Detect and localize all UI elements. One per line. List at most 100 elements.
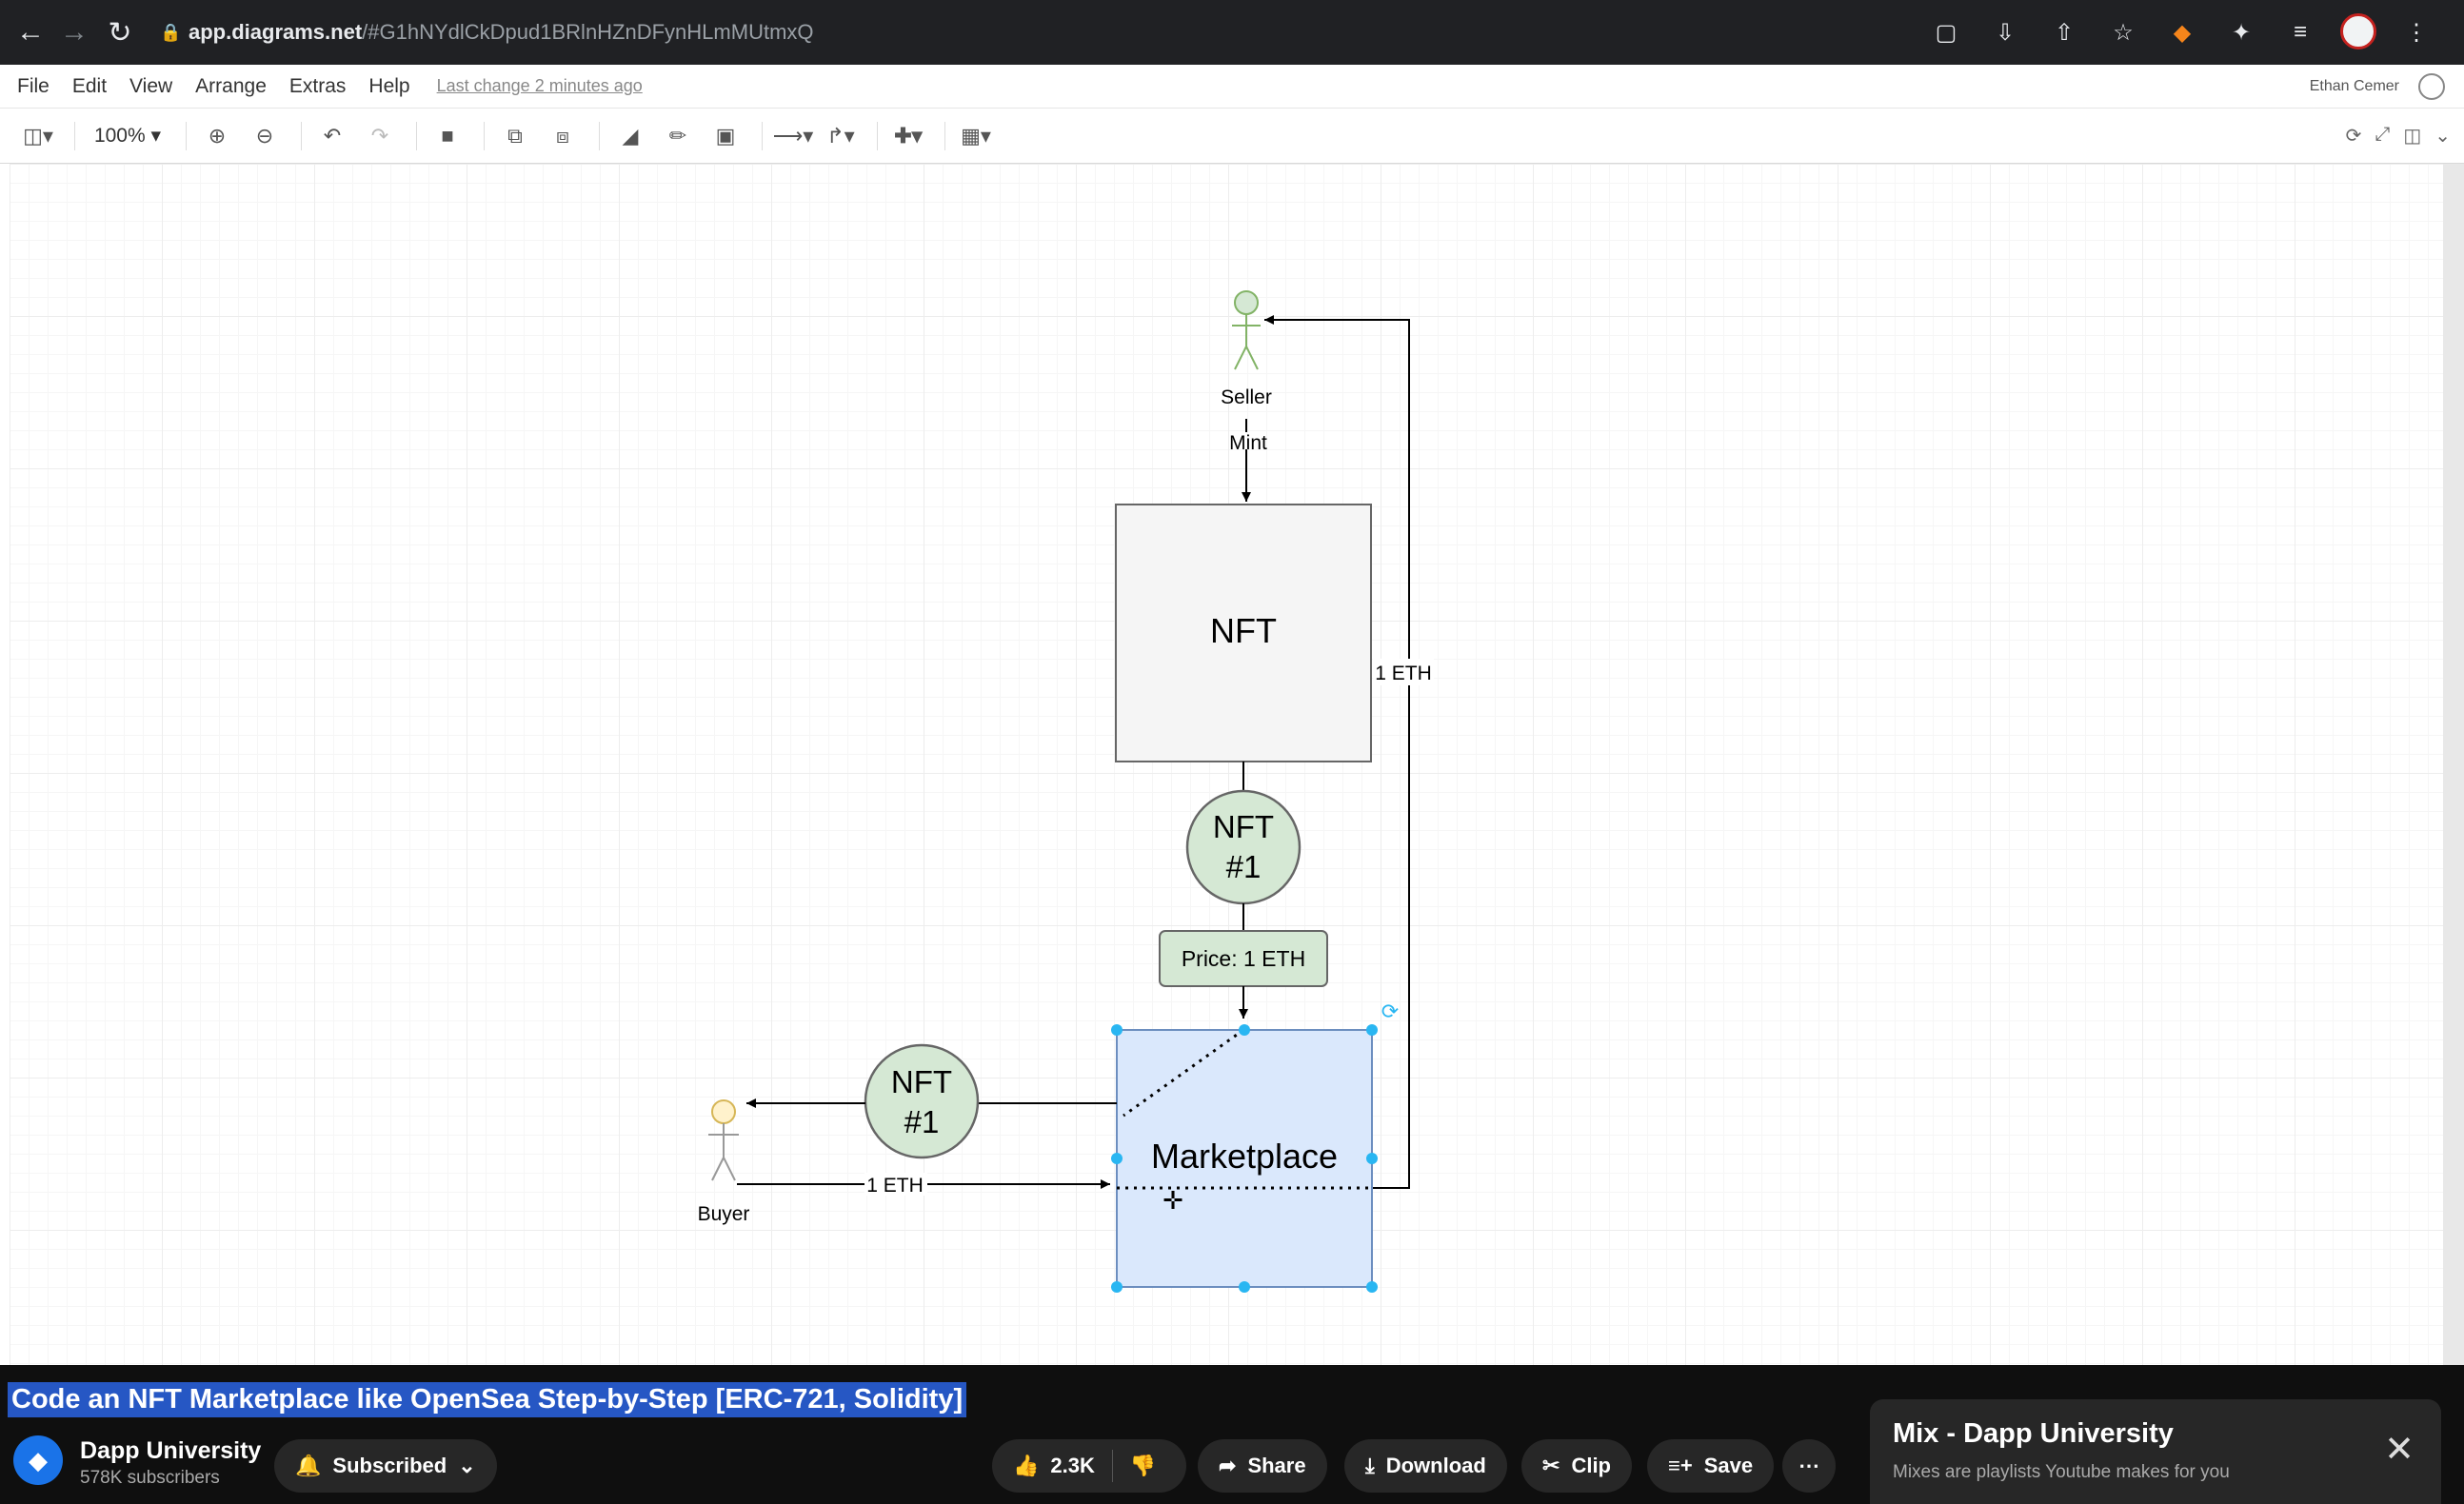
close-icon[interactable]: ✕ xyxy=(2384,1428,2414,1471)
sync-icon[interactable]: ⟳ xyxy=(2346,124,2362,148)
nft-box-label: NFT xyxy=(1210,611,1277,650)
menu-file[interactable]: File xyxy=(17,75,50,98)
buyer-token-line1: NFT xyxy=(891,1064,952,1099)
install-icon[interactable]: ⇩ xyxy=(1986,13,2024,51)
share-arrow-icon: ➦ xyxy=(1219,1454,1237,1477)
to-front-icon[interactable]: ⧉ xyxy=(494,117,536,155)
toolbar-divider xyxy=(74,121,75,150)
diagram-canvas[interactable]: Seller Mint NFT NFT #1 Price: 1 ETH 1 ET… xyxy=(10,164,2443,1365)
toolbar-divider xyxy=(599,121,600,150)
menu-view[interactable]: View xyxy=(129,75,172,98)
clip-button[interactable]: ✂ Clip xyxy=(1521,1439,1632,1493)
dislike-thumb-icon[interactable]: 👎 xyxy=(1130,1454,1156,1478)
line-color-icon[interactable]: ✏ xyxy=(657,117,699,155)
format-panel-toggle-icon[interactable]: ◫▾ xyxy=(17,117,59,155)
more-actions-button[interactable]: ⋯ xyxy=(1782,1439,1836,1493)
toolbar-divider xyxy=(944,121,945,150)
undo-icon[interactable]: ↶ xyxy=(311,117,353,155)
toolbar-divider xyxy=(484,121,485,150)
youtube-bar: Code an NFT Marketplace like OpenSea Ste… xyxy=(0,1365,2464,1504)
share-label: Share xyxy=(1247,1454,1306,1477)
chevron-down-icon: ⌄ xyxy=(458,1454,476,1477)
zoom-out-icon[interactable]: ⊖ xyxy=(244,117,286,155)
subscribed-button[interactable]: 🔔 Subscribed ⌄ xyxy=(274,1439,497,1493)
diagram-svg: Seller Mint NFT NFT #1 Price: 1 ETH 1 ET… xyxy=(698,290,1434,1293)
channel-avatar[interactable]: ◆ xyxy=(13,1435,63,1485)
more-horizontal-icon: ⋯ xyxy=(1798,1454,1819,1477)
nft-token-circle[interactable] xyxy=(1185,789,1302,905)
toolbar-divider xyxy=(877,121,878,150)
share-icon[interactable]: ⇧ xyxy=(2045,13,2083,51)
buyer-token-line2: #1 xyxy=(904,1104,940,1139)
menubar: File Edit View Arrange Extras Help Last … xyxy=(0,65,2464,109)
connection-style-icon[interactable]: ⟶▾ xyxy=(772,117,814,155)
last-change-link[interactable]: Last change 2 minutes ago xyxy=(437,76,643,96)
like-dislike-group: 👍 2.3K 👎 xyxy=(992,1439,1186,1493)
reload-icon[interactable]: ↻ xyxy=(99,11,141,53)
move-cursor-icon: ✛ xyxy=(1162,1186,1183,1215)
mint-label: Mint xyxy=(1229,432,1267,454)
user-name[interactable]: Ethan Cemer xyxy=(2310,78,2399,95)
video-title[interactable]: Code an NFT Marketplace like OpenSea Ste… xyxy=(8,1382,967,1417)
menu-arrange[interactable]: Arrange xyxy=(195,75,267,98)
zoom-in-icon[interactable]: ⊕ xyxy=(196,117,238,155)
collapse-chevron-icon[interactable]: ⌄ xyxy=(2434,124,2451,148)
buyer-eth-label: 1 ETH xyxy=(866,1175,924,1197)
menu-edit[interactable]: Edit xyxy=(72,75,107,98)
reading-list-icon[interactable]: ≡ xyxy=(2281,13,2319,51)
save-label: Save xyxy=(1703,1454,1754,1477)
redo-icon[interactable]: ↷ xyxy=(359,117,401,155)
share-button[interactable]: ➦ Share xyxy=(1198,1439,1327,1493)
like-count[interactable]: 2.3K xyxy=(1050,1454,1094,1478)
lock-icon: 🔒 xyxy=(160,22,182,42)
zoom-value: 100% xyxy=(93,124,146,147)
fullscreen-icon[interactable]: ⤢ xyxy=(2375,124,2390,148)
toolbar: ◫▾ 100% ▾ ⊕ ⊖ ↶ ↷ ■ ⧉ ⧈ ◢ ✏ ▣ ⟶▾ ↱▾ ✚▾ ▦… xyxy=(0,109,2464,164)
rotate-handle-icon[interactable]: ⟳ xyxy=(1381,999,1399,1023)
seller-label: Seller xyxy=(1221,386,1272,408)
marketplace-label: Marketplace xyxy=(1151,1137,1338,1176)
shadow-icon[interactable]: ▣ xyxy=(705,117,746,155)
save-button[interactable]: ≡+ Save xyxy=(1647,1439,1775,1493)
extensions-puzzle-icon[interactable]: ✦ xyxy=(2222,13,2260,51)
vertical-scrollbar[interactable] xyxy=(2443,164,2464,1365)
back-icon[interactable]: ← xyxy=(10,11,51,53)
browser-chrome: ← → ↻ 🔒 app.diagrams.net/#G1hNYdlCkDpud1… xyxy=(0,0,2464,65)
playlist-add-icon: ≡+ xyxy=(1668,1454,1693,1477)
buyer-actor[interactable] xyxy=(708,1099,739,1181)
fill-color-icon[interactable]: ◢ xyxy=(609,117,651,155)
like-thumb-icon[interactable]: 👍 xyxy=(1013,1454,1039,1478)
download-button[interactable]: ⤓ Download xyxy=(1344,1439,1507,1493)
profile-avatar[interactable] xyxy=(2340,13,2376,49)
channel-subscribers: 578K subscribers xyxy=(80,1468,220,1488)
panel-toggle-icon[interactable]: ◫ xyxy=(2403,124,2421,148)
insert-plus-icon[interactable]: ✚▾ xyxy=(887,117,929,155)
toolbar-divider xyxy=(186,121,187,150)
buyer-label: Buyer xyxy=(698,1203,750,1225)
kebab-menu-icon[interactable]: ⋮ xyxy=(2397,13,2435,51)
price-label: Price: 1 ETH xyxy=(1182,946,1305,971)
waypoints-icon[interactable]: ↱▾ xyxy=(820,117,862,155)
channel-name[interactable]: Dapp University xyxy=(80,1437,261,1465)
delete-trash-icon[interactable]: ■ xyxy=(427,117,468,155)
forward-icon[interactable]: → xyxy=(53,11,95,53)
toolbar-divider xyxy=(416,121,417,150)
nft-token-line2: #1 xyxy=(1226,849,1262,884)
like-divider xyxy=(1111,1450,1113,1482)
menu-help[interactable]: Help xyxy=(368,75,409,98)
download-icon: ⤓ xyxy=(1365,1454,1375,1477)
to-back-icon[interactable]: ⧈ xyxy=(542,117,584,155)
buyer-token-circle[interactable] xyxy=(864,1043,980,1159)
clip-label: Clip xyxy=(1571,1454,1611,1477)
menu-extras[interactable]: Extras xyxy=(289,75,347,98)
zoom-select[interactable]: 100% ▾ xyxy=(85,117,170,155)
toolbar-divider xyxy=(762,121,763,150)
bookmark-star-icon[interactable]: ☆ xyxy=(2104,13,2142,51)
mix-card[interactable]: Mix - Dapp University Mixes are playlist… xyxy=(1870,1399,2441,1504)
nft-token-line1: NFT xyxy=(1213,809,1274,844)
tab-search-icon[interactable]: ▢ xyxy=(1927,13,1965,51)
metamask-icon[interactable]: ◆ xyxy=(2163,13,2201,51)
table-icon[interactable]: ▦▾ xyxy=(955,117,997,155)
seller-actor[interactable] xyxy=(1232,290,1261,370)
language-globe-icon[interactable] xyxy=(2418,72,2445,100)
